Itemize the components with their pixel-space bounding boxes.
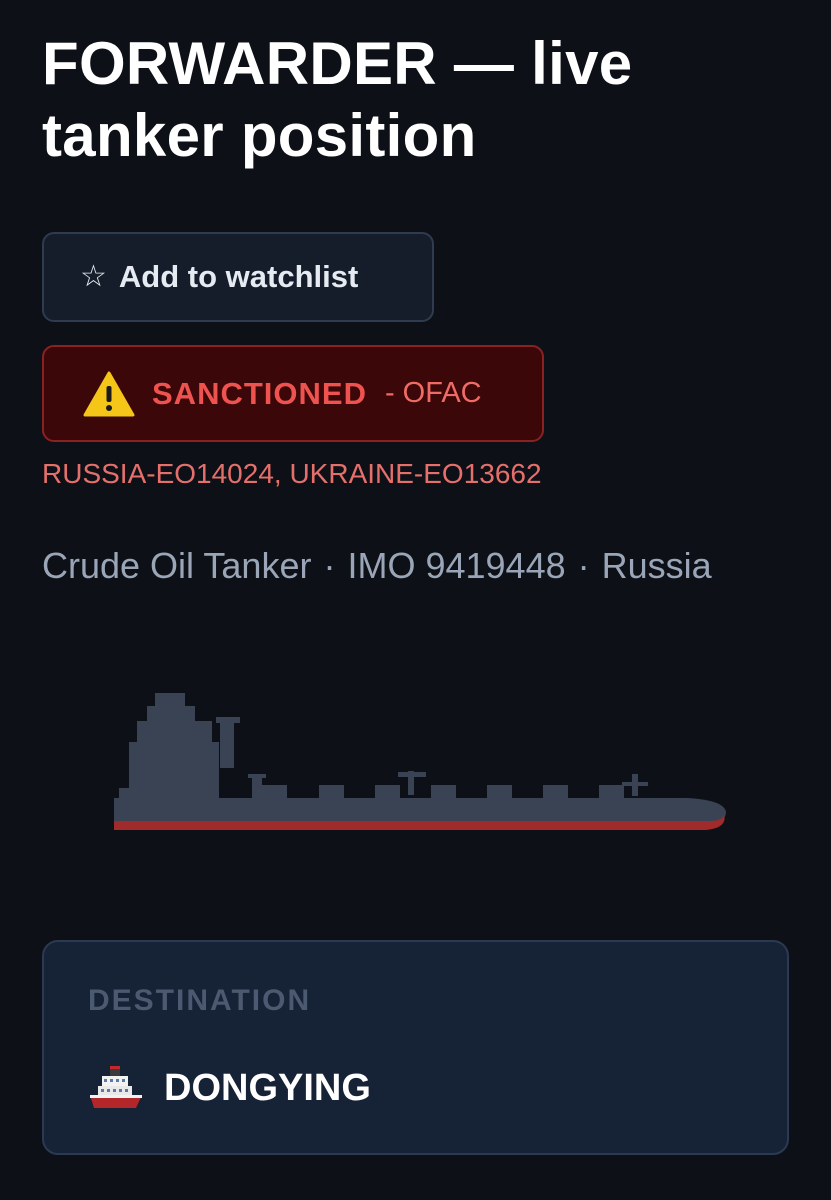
vessel-type: Crude Oil Tanker <box>42 545 312 586</box>
destination-label: DESTINATION <box>88 984 312 1017</box>
sanction-status: SANCTIONED <box>152 375 367 411</box>
sanction-badge: SANCTIONED - OFAC <box>42 345 544 442</box>
destination-value: DONGYING <box>164 1066 371 1109</box>
ship-icon <box>90 1066 142 1108</box>
star-outline-icon: ☆ <box>80 259 107 294</box>
sanction-authority: - OFAC <box>384 377 482 409</box>
destination-card: DESTINATION DONGYING <box>42 940 789 1155</box>
watchlist-label: Add to watchlist <box>118 259 359 294</box>
page-title: FORWARDER — live tanker position <box>42 30 633 169</box>
tanker-silhouette <box>114 693 726 830</box>
warning-icon <box>83 371 135 416</box>
meta-separator: · <box>577 545 590 586</box>
vessel-flag: Russia <box>601 545 712 586</box>
vessel-imo: IMO 9419448 <box>347 545 566 586</box>
sanction-programs: RUSSIA-EO14024, UKRAINE-EO13662 <box>42 458 542 489</box>
vessel-meta: Crude Oil Tanker · IMO 9419448 · Russia <box>42 545 712 587</box>
meta-separator: · <box>323 545 336 586</box>
add-to-watchlist-button[interactable]: ☆ Add to watchlist <box>42 232 434 322</box>
destination-row: DONGYING <box>88 1060 371 1116</box>
